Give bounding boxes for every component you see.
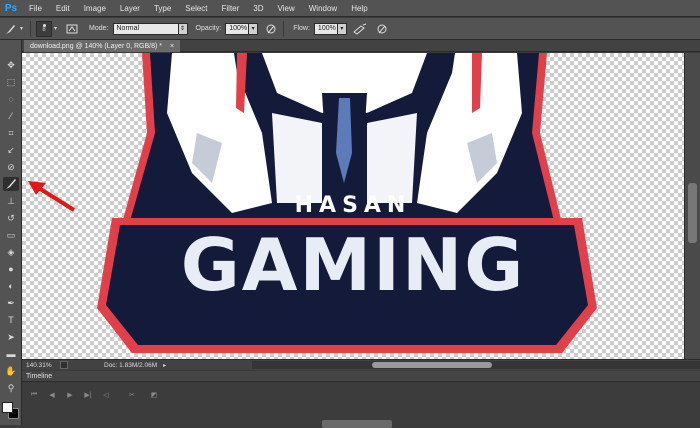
eyedropper-tool-icon[interactable]: ↙ bbox=[3, 143, 19, 157]
options-bar: ▾ 8 ▾ Mode: Normal ⇕ Opacity: 100% ▾ Flo… bbox=[0, 18, 700, 40]
create-timeline-button[interactable] bbox=[322, 420, 392, 428]
rectangle-tool-icon[interactable]: ▬ bbox=[3, 347, 19, 361]
divider bbox=[30, 20, 32, 37]
vertical-scroll-thumb[interactable] bbox=[688, 183, 697, 243]
clone-stamp-tool-icon[interactable]: ⊥ bbox=[3, 194, 19, 208]
menu-filter[interactable]: Filter bbox=[215, 4, 247, 13]
document-tab-bar: download.png @ 140% (Layer 0, RGB/8) * × bbox=[22, 40, 700, 52]
logo-text-gaming: GAMING bbox=[180, 223, 526, 307]
flow-input[interactable]: 100% bbox=[313, 22, 338, 35]
path-selection-tool-icon[interactable]: ➤ bbox=[3, 330, 19, 344]
brush-tool-icon[interactable] bbox=[3, 177, 19, 191]
document-tab-title: download.png @ 140% (Layer 0, RGB/8) * bbox=[30, 42, 163, 50]
menu-image[interactable]: Image bbox=[77, 4, 113, 13]
airbrush-icon[interactable] bbox=[353, 22, 367, 36]
dodge-tool-icon[interactable]: ◐ bbox=[3, 279, 19, 293]
divider bbox=[283, 20, 285, 37]
menu-type[interactable]: Type bbox=[147, 4, 178, 13]
logo-text-hasan: HASAN bbox=[294, 193, 412, 218]
document-canvas[interactable]: HASAN GAMING bbox=[22, 53, 684, 359]
mode-label: Mode: bbox=[89, 25, 109, 32]
marquee-tool-icon[interactable]: ⬚ bbox=[3, 75, 19, 89]
pressure-opacity-icon[interactable] bbox=[264, 22, 278, 36]
hand-tool-icon[interactable]: ✋ bbox=[3, 364, 19, 378]
menu-help[interactable]: Help bbox=[344, 4, 374, 13]
mode-select[interactable]: Normal bbox=[112, 22, 179, 35]
flow-dropdown-arrow[interactable]: ▾ bbox=[337, 22, 347, 35]
document-size: Doc: 1.83M/2.06M bbox=[104, 361, 158, 369]
close-icon[interactable]: × bbox=[170, 43, 174, 50]
chevron-down-icon[interactable]: ▾ bbox=[20, 25, 23, 32]
previous-frame-icon[interactable]: ◀ bbox=[46, 390, 58, 400]
timeline-panel-header: Timeline bbox=[22, 371, 700, 382]
chevron-down-icon[interactable]: ▾ bbox=[54, 25, 57, 32]
horizontal-scroll-thumb[interactable] bbox=[372, 362, 492, 368]
type-tool-icon[interactable]: T bbox=[3, 313, 19, 327]
timeline-title[interactable]: Timeline bbox=[26, 373, 52, 380]
brush-preset-icon[interactable] bbox=[4, 22, 18, 36]
opacity-label: Opacity: bbox=[195, 25, 222, 32]
audio-icon[interactable]: ◁ bbox=[100, 390, 112, 400]
first-frame-icon[interactable]: ⏮ bbox=[28, 390, 40, 400]
timeline-panel: ⏮ ◀ ▶ ▶| ◁ ✂ ◩ bbox=[22, 382, 700, 428]
pressure-size-icon[interactable] bbox=[375, 22, 389, 36]
horizontal-scrollbar[interactable] bbox=[252, 361, 700, 369]
status-bar: 140.31% Doc: 1.83M/2.06M ▸ bbox=[22, 359, 700, 370]
history-brush-tool-icon[interactable]: ↺ bbox=[3, 211, 19, 225]
red-arrow-annotation-icon bbox=[28, 181, 76, 212]
lasso-tool-icon[interactable]: ◌ bbox=[3, 92, 19, 106]
crop-tool-icon[interactable]: ⌗ bbox=[3, 126, 19, 140]
opacity-dropdown-arrow[interactable]: ▾ bbox=[249, 22, 259, 35]
opacity-input[interactable]: 100% bbox=[225, 22, 250, 35]
eraser-tool-icon[interactable]: ▭ bbox=[3, 228, 19, 242]
status-info-icon[interactable] bbox=[60, 361, 68, 369]
zoom-tool-icon[interactable]: ⚲ bbox=[3, 381, 19, 395]
menu-file[interactable]: File bbox=[22, 4, 49, 13]
paint-bucket-tool-icon[interactable]: ◈ bbox=[3, 245, 19, 259]
transition-icon[interactable]: ◩ bbox=[148, 390, 160, 400]
menu-3d[interactable]: 3D bbox=[246, 4, 270, 13]
menu-layer[interactable]: Layer bbox=[113, 4, 147, 13]
photoshop-logo: Ps bbox=[4, 2, 18, 14]
menu-select[interactable]: Select bbox=[178, 4, 214, 13]
quick-select-tool-icon[interactable]: ⁄ bbox=[3, 109, 19, 123]
split-clip-icon[interactable]: ✂ bbox=[126, 390, 138, 400]
blur-tool-icon[interactable]: ● bbox=[3, 262, 19, 276]
menu-view[interactable]: View bbox=[271, 4, 302, 13]
tools-panel: ✥ ⬚ ◌ ⁄ ⌗ ↙ ⊘ ⊥ ↺ ▭ ◈ ● ◐ ✒ T ➤ ▬ ✋ ⚲ bbox=[0, 40, 22, 425]
brush-size-value: 8 bbox=[42, 27, 46, 33]
move-tool-icon[interactable]: ✥ bbox=[3, 58, 19, 72]
menu-bar: Ps File Edit Image Layer Type Select Fil… bbox=[0, 0, 700, 17]
foreground-color-swatch[interactable] bbox=[2, 402, 13, 413]
chevron-right-icon[interactable]: ▸ bbox=[163, 362, 166, 369]
play-icon[interactable]: ▶ bbox=[64, 390, 76, 400]
healing-brush-tool-icon[interactable]: ⊘ bbox=[3, 160, 19, 174]
brush-panel-icon[interactable] bbox=[65, 22, 79, 36]
zoom-level[interactable]: 140.31% bbox=[26, 362, 54, 369]
vertical-scrollbar[interactable] bbox=[684, 53, 700, 359]
next-frame-icon[interactable]: ▶| bbox=[82, 390, 94, 400]
pen-tool-icon[interactable]: ✒ bbox=[3, 296, 19, 310]
menu-edit[interactable]: Edit bbox=[49, 4, 77, 13]
brush-size-picker[interactable]: 8 bbox=[36, 20, 53, 37]
document-tab[interactable]: download.png @ 140% (Layer 0, RGB/8) * × bbox=[24, 40, 181, 52]
mode-dropdown-arrow[interactable]: ⇕ bbox=[178, 22, 188, 35]
flow-label: Flow: bbox=[293, 25, 310, 32]
menu-window[interactable]: Window bbox=[302, 4, 344, 13]
